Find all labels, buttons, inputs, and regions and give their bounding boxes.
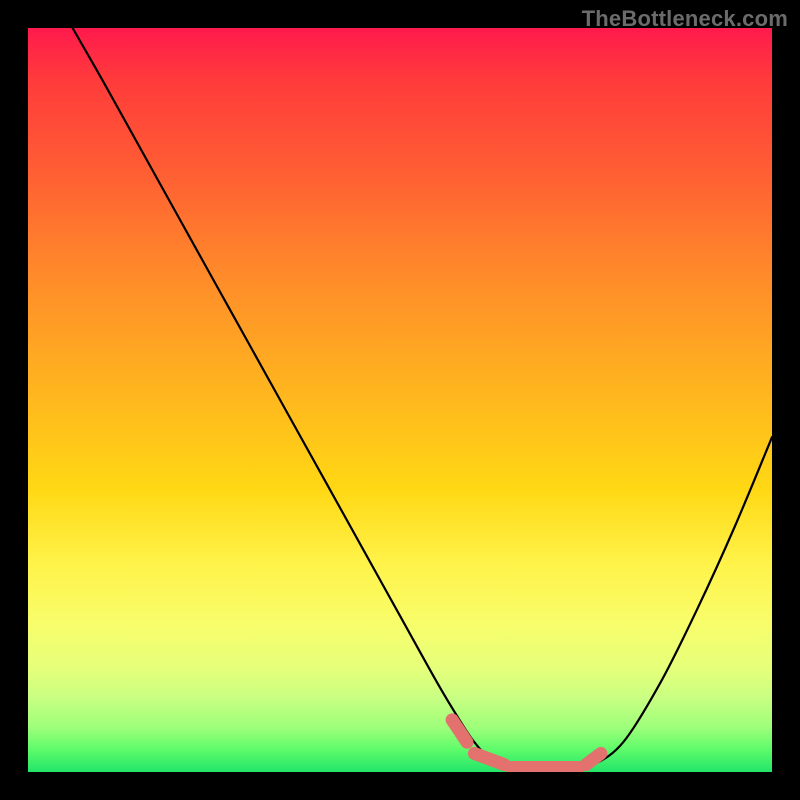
flat-region-marker-2 <box>474 753 504 764</box>
bottleneck-curve <box>73 28 772 769</box>
chart-root: TheBottleneck.com <box>0 0 800 800</box>
plot-area <box>28 28 772 772</box>
flat-region-marker-1 <box>452 720 467 742</box>
watermark-text: TheBottleneck.com <box>582 6 788 32</box>
flat-region-marker-4 <box>586 753 601 764</box>
curve-layer <box>28 28 772 772</box>
